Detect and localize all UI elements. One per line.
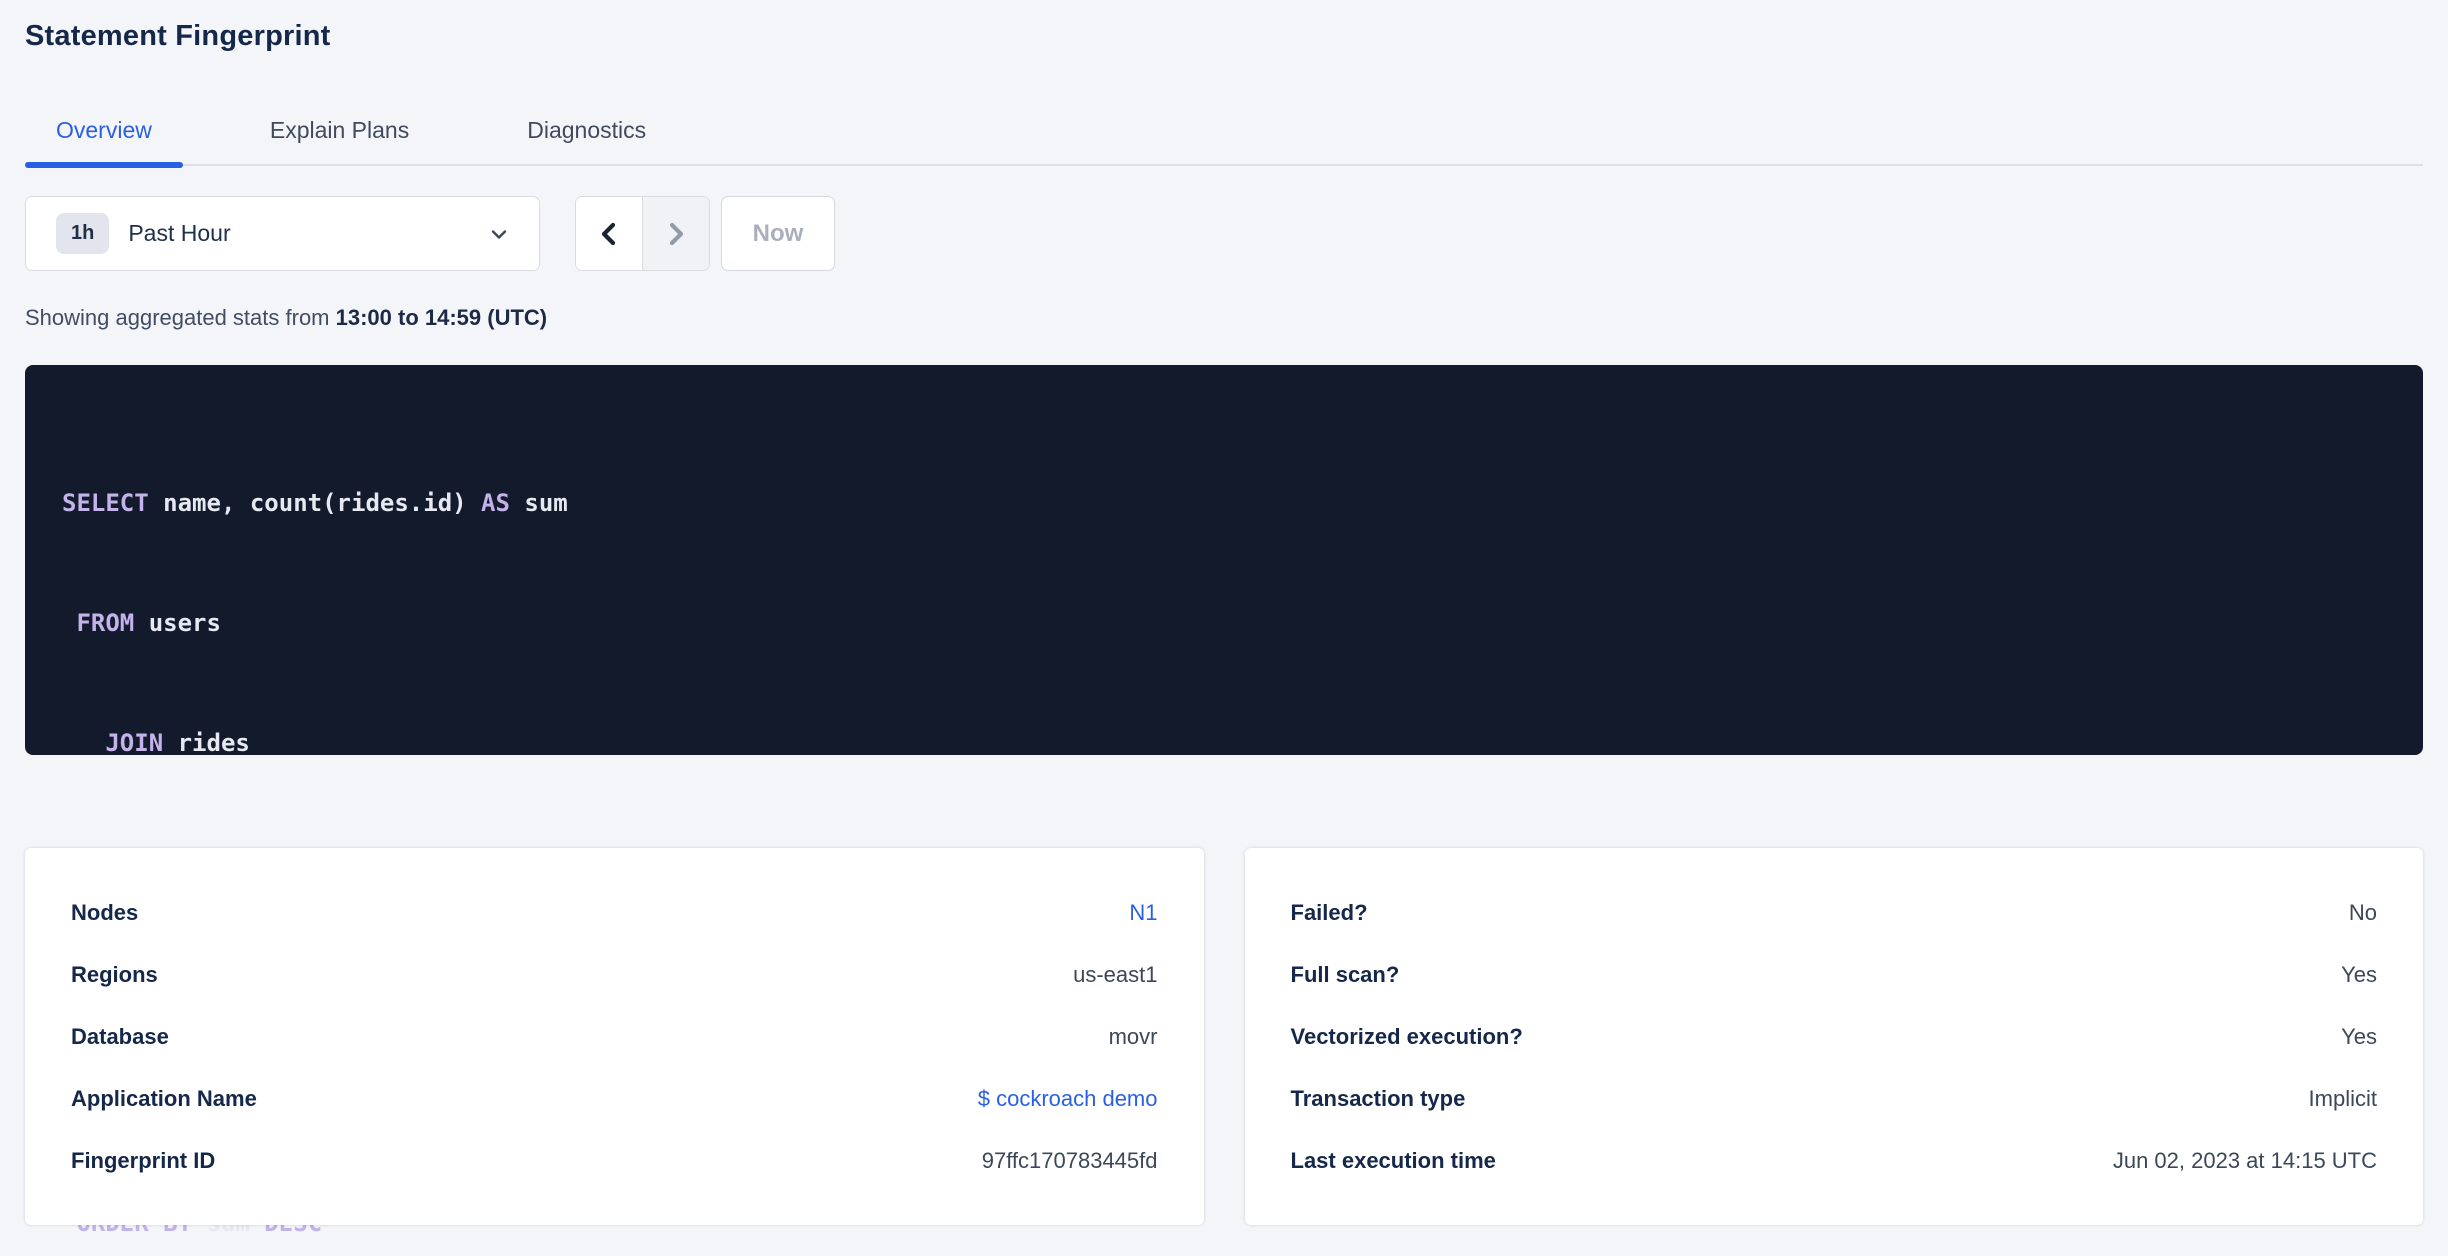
tab-explain-plans[interactable]: Explain Plans [239, 105, 440, 164]
detail-row-database: Database movr [71, 1006, 1158, 1068]
detail-row-regions: Regions us-east1 [71, 944, 1158, 1006]
sql-token: JOIN [105, 729, 164, 757]
details-card-left: Nodes N1 Regions us-east1 Database movr … [25, 848, 1204, 1225]
detail-label: Database [71, 1023, 169, 1049]
sql-token: name, count(rides.id) [148, 489, 482, 517]
sql-token: AS [481, 489, 510, 517]
tab-diagnostics[interactable]: Diagnostics [496, 105, 677, 164]
nodes-link[interactable]: N1 [1129, 900, 1157, 926]
sql-token: SELECT [62, 489, 149, 517]
statement-fingerprint-page: Statement Fingerprint Overview Explain P… [0, 0, 2448, 1237]
page-title: Statement Fingerprint [25, 20, 331, 52]
prev-time-button[interactable] [576, 197, 642, 270]
detail-value: 97ffc170783445fd [981, 1147, 1158, 1173]
sql-token: FROM [76, 609, 135, 637]
detail-value: movr [1108, 1023, 1158, 1049]
sql-line: SELECT name, count(rides.id) AS sum [62, 483, 2383, 523]
sql-line: JOIN rides [62, 723, 2383, 763]
aggregated-stats-summary: Showing aggregated stats from 13:00 to 1… [25, 305, 2423, 331]
time-nav-group [575, 196, 710, 271]
time-range-label: Past Hour [128, 220, 231, 246]
detail-row-last-execution-time: Last execution time Jun 02, 2023 at 14:1… [1291, 1130, 2378, 1192]
detail-row-application-name: Application Name $ cockroach demo [71, 1068, 1158, 1130]
chevron-right-icon [663, 219, 689, 249]
detail-value: Jun 02, 2023 at 14:15 UTC [2112, 1147, 2377, 1173]
detail-value: Yes [2341, 1023, 2377, 1049]
detail-label: Failed? [1290, 899, 1368, 925]
sql-line: FROM users [62, 603, 2383, 643]
tabs: Overview Explain Plans Diagnostics [25, 105, 2423, 168]
detail-label: Full scan? [1290, 961, 1400, 987]
details-card-right: Failed? No Full scan? Yes Vectorized exe… [1244, 848, 2423, 1225]
time-range-dropdown[interactable]: 1h Past Hour [25, 196, 540, 271]
detail-row-failed: Failed? No [1291, 882, 2378, 944]
detail-label: Vectorized execution? [1290, 1023, 1523, 1049]
statement-details-cards: Nodes N1 Regions us-east1 Database movr … [25, 848, 2423, 1225]
sql-token: rides [163, 729, 250, 757]
detail-row-nodes: Nodes N1 [71, 882, 1158, 944]
next-time-button[interactable] [642, 197, 709, 270]
detail-row-full-scan: Full scan? Yes [1291, 944, 2378, 1006]
tab-overview[interactable]: Overview [25, 105, 183, 168]
detail-value: No [2348, 899, 2377, 925]
time-range-badge: 1h [56, 213, 110, 254]
detail-label: Fingerprint ID [71, 1147, 216, 1173]
chevron-left-icon [596, 219, 622, 249]
detail-row-fingerprint-id: Fingerprint ID 97ffc170783445fd [71, 1130, 1158, 1192]
chevron-down-icon [487, 222, 511, 246]
detail-value: Implicit [2308, 1085, 2377, 1111]
detail-row-vectorized-execution: Vectorized execution? Yes [1291, 1006, 2378, 1068]
detail-row-transaction-type: Transaction type Implicit [1291, 1068, 2378, 1130]
now-button[interactable]: Now [721, 196, 835, 271]
detail-label: Nodes [71, 899, 139, 925]
detail-label: Regions [71, 961, 158, 987]
sql-token: users [134, 609, 221, 637]
detail-label: Last execution time [1290, 1147, 1496, 1173]
aggregated-stats-range: 13:00 to 14:59 (UTC) [335, 305, 548, 330]
detail-label: Transaction type [1290, 1085, 1466, 1111]
detail-value: us-east1 [1073, 961, 1158, 987]
detail-label: Application Name [71, 1085, 257, 1111]
detail-value: Yes [2341, 961, 2377, 987]
application-name-link[interactable]: $ cockroach demo [978, 1086, 1158, 1112]
time-controls: 1h Past Hour Now [25, 196, 2423, 271]
aggregated-stats-prefix: Showing aggregated stats from [25, 305, 336, 330]
sql-token: sum [509, 489, 568, 517]
sql-statement-box: SELECT name, count(rides.id) AS sum FROM… [25, 365, 2423, 1237]
